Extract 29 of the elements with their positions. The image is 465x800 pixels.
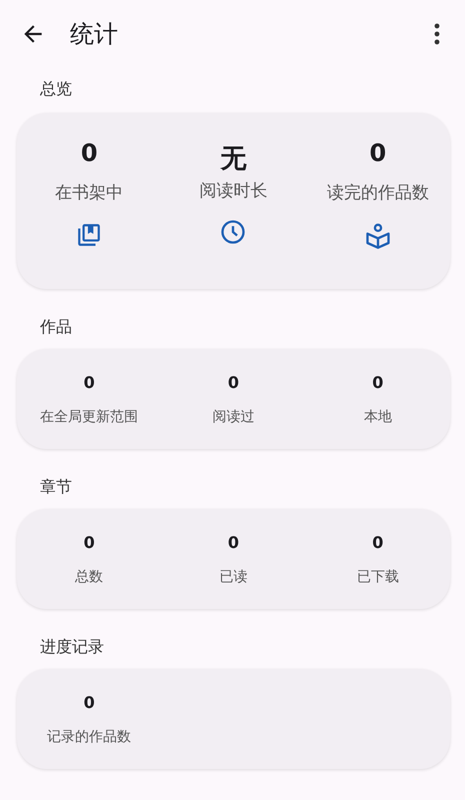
stat-label: 总数 xyxy=(75,568,104,586)
stat-label: 在全局更新范围 xyxy=(40,408,138,426)
stat-label: 记录的作品数 xyxy=(47,728,132,746)
more-icon[interactable] xyxy=(433,23,441,45)
stat-value: 无 xyxy=(220,143,246,171)
stat-label: 本地 xyxy=(364,408,392,426)
stat-value: 0 xyxy=(369,139,386,169)
stat-value: 0 xyxy=(84,693,95,712)
person-reading-icon xyxy=(364,222,392,250)
stat-value: 0 xyxy=(372,373,384,392)
clock-icon xyxy=(219,218,248,246)
page-title: 统计 xyxy=(70,19,119,50)
stat-value: 0 xyxy=(228,373,240,392)
section-heading: 总览 xyxy=(39,78,73,100)
stat-label: 阅读过 xyxy=(212,408,254,426)
stat-value: 0 xyxy=(84,373,95,392)
stat-value: 0 xyxy=(80,139,98,169)
stat-label: 已读 xyxy=(219,568,248,586)
stat-value: 0 xyxy=(228,533,240,552)
stat-label: 在书架中 xyxy=(55,182,124,204)
stat-label: 已下载 xyxy=(356,568,399,586)
section-heading: 章节 xyxy=(39,476,73,498)
stat-label: 阅读时长 xyxy=(199,180,268,202)
section-heading: 作品 xyxy=(39,316,73,338)
stat-value: 0 xyxy=(84,533,95,552)
bookshelf-icon xyxy=(76,222,102,248)
stat-value: 0 xyxy=(372,533,384,552)
section-heading: 进度记录 xyxy=(39,636,105,658)
stat-label: 读完的作品数 xyxy=(326,182,429,204)
